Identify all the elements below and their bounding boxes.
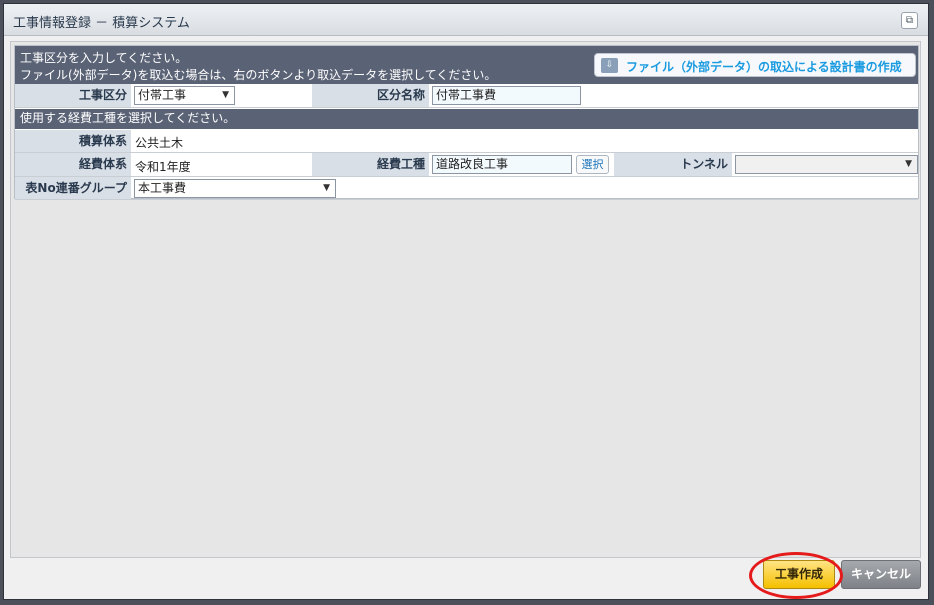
- dropdown-arrow-icon: ▼: [905, 159, 912, 169]
- koji-kubun-label: 工事区分: [15, 84, 131, 107]
- keihi-taikei-label: 経費体系: [15, 153, 131, 176]
- folder-import-icon: ⇩: [601, 58, 618, 73]
- dropdown-arrow-icon: ▼: [222, 90, 229, 100]
- sekisan-taikei-label: 積算体系: [15, 130, 131, 152]
- instruction-line-1: 工事区分を入力してください。: [20, 51, 188, 65]
- cancel-button[interactable]: キャンセル: [841, 560, 921, 589]
- sekisan-taikei-value: 公共土木: [135, 136, 184, 150]
- import-file-button[interactable]: ⇩ ファイル（外部データ）の取込による設計書の作成: [594, 53, 916, 77]
- window-title: 工事情報登録 － 積算システム: [13, 16, 190, 31]
- create-project-button[interactable]: 工事作成: [763, 560, 835, 589]
- hyo-group-label: 表No連番グループ: [15, 177, 131, 199]
- koji-kubun-select[interactable]: 付帯工事 ▼: [134, 86, 235, 105]
- content-panel: 工事区分を入力してください。 ファイル(外部データ)を取込む場合は、右のボタンよ…: [10, 41, 921, 558]
- tunnel-select[interactable]: ▼: [735, 155, 918, 174]
- keihi-koshu-input[interactable]: 道路改良工事: [432, 155, 572, 174]
- dropdown-arrow-icon: ▼: [323, 183, 330, 193]
- keihi-taikei-value: 令和1年度: [135, 160, 191, 174]
- kubun-meisho-label: 区分名称: [312, 84, 429, 107]
- row-sekisan-taikei: 積算体系 公共土木: [15, 130, 918, 153]
- section-keihi-header: 使用する経費工種を選択してください。: [15, 109, 918, 129]
- keihi-koshu-label: 経費工種: [312, 153, 429, 176]
- row-keihi-taikei: 経費体系 令和1年度 経費工種 道路改良工事 選択 トンネル ▼: [15, 153, 918, 177]
- form-table: 工事区分を入力してください。 ファイル(外部データ)を取込む場合は、右のボタンよ…: [14, 45, 919, 200]
- row-koji-kubun: 工事区分 付帯工事 ▼ 区分名称 付帯工事費: [15, 84, 918, 108]
- popout-icon[interactable]: ⧉: [901, 12, 918, 29]
- koji-kubun-value: 付帯工事: [138, 88, 187, 102]
- instruction-line-2: ファイル(外部データ)を取込む場合は、右のボタンより取込データを選択してください…: [20, 68, 497, 82]
- tunnel-label: トンネル: [614, 153, 732, 176]
- instruction-header: 工事区分を入力してください。 ファイル(外部データ)を取込む場合は、右のボタンよ…: [15, 46, 918, 84]
- hyo-group-value: 本工事費: [138, 181, 187, 195]
- title-bar: 工事情報登録 － 積算システム ⧉: [4, 4, 928, 36]
- dialog-window: 工事情報登録 － 積算システム ⧉ 工事区分を入力してください。 ファイル(外部…: [3, 3, 929, 600]
- select-koshu-button[interactable]: 選択: [576, 155, 609, 174]
- kubun-meisho-input[interactable]: 付帯工事費: [432, 86, 581, 105]
- hyo-group-select[interactable]: 本工事費 ▼: [134, 179, 336, 198]
- import-file-button-label: ファイル（外部データ）の取込による設計書の作成: [626, 60, 902, 74]
- row-hyo-group: 表No連番グループ 本工事費 ▼: [15, 177, 918, 200]
